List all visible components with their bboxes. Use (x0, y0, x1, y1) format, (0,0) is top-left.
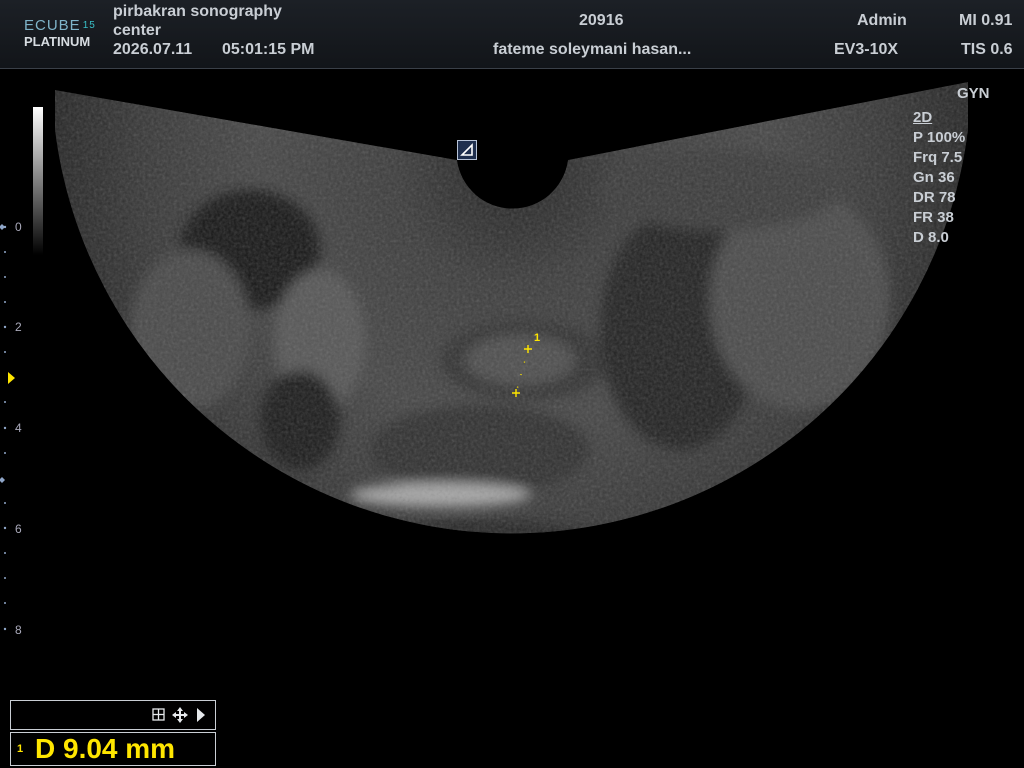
exam-preset: GYN (957, 85, 990, 102)
param-depth: D 8.0 (913, 229, 949, 246)
depth-label-4: 4 (15, 421, 22, 435)
caliper-label: 1 (534, 332, 541, 344)
param-gain: Gn 36 (913, 169, 955, 186)
measurement-result-box: 1 D 9.04 mm (10, 732, 216, 766)
measurement-index: 1 (17, 743, 24, 755)
depth-label-0: 0 (15, 220, 22, 234)
probe-orientation-icon[interactable] (457, 140, 477, 160)
focus-marker (8, 372, 15, 384)
grid-icon[interactable] (152, 708, 165, 721)
ultrasound-image[interactable] (0, 0, 1024, 768)
grayscale-bar (33, 107, 43, 255)
depth-scale (0, 224, 15, 631)
param-power: P 100% (913, 129, 966, 146)
param-frame-rate: FR 38 (913, 209, 954, 226)
depth-label-8: 8 (15, 623, 22, 637)
depth-label-6: 6 (15, 522, 22, 536)
param-dynamic-range: DR 78 (913, 189, 956, 206)
measurement-control-panel (10, 700, 216, 730)
move-icon[interactable] (172, 707, 188, 723)
imaging-params: 2D P 100% Frq 7.5 Gn 36 DR 78 FR 38 D 8.… (913, 108, 965, 248)
imaging-mode: 2D (913, 109, 933, 126)
depth-label-2: 2 (15, 320, 22, 334)
param-frequency: Frq 7.5 (913, 149, 963, 166)
play-icon[interactable] (197, 708, 205, 722)
sector-image (55, 82, 968, 534)
measurement-value: D 9.04 mm (35, 733, 176, 764)
